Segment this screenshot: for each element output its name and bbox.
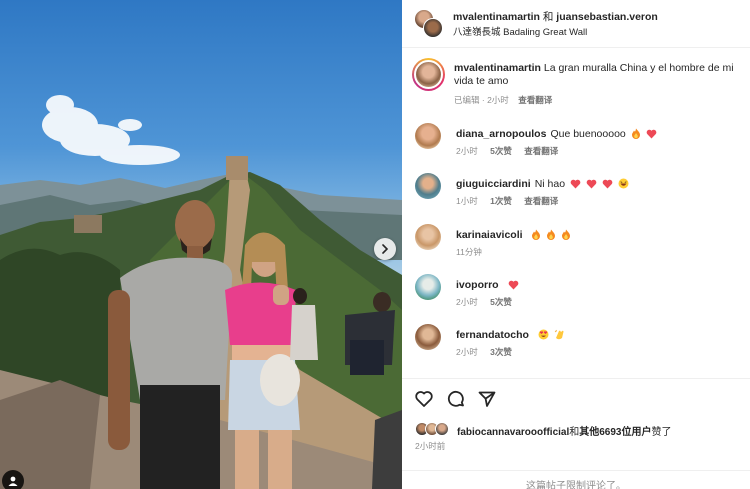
comment-item: ivoporro 2小时 5次赞 <box>415 274 750 314</box>
comment-meta: 11分钟 <box>456 246 492 258</box>
caption-text-block: mvalentinamartin La gran muralla China y… <box>454 62 750 88</box>
comment-username[interactable]: giuguicciardini <box>456 178 531 190</box>
avatar[interactable] <box>415 324 441 350</box>
see-translation-link[interactable]: 查看翻译 <box>518 95 552 105</box>
heart-icon <box>586 179 597 192</box>
author-conjunction: 和 <box>542 11 554 23</box>
comment-text: Ni hao <box>534 178 566 190</box>
chevron-right-icon <box>382 244 389 254</box>
comment-username[interactable]: fernandatocho <box>456 329 529 341</box>
heart-eyes-emoji-icon <box>538 329 549 343</box>
avatar[interactable] <box>415 224 441 250</box>
comment-meta: 2小时 3次赞 <box>456 346 522 358</box>
heart-icon <box>508 280 519 293</box>
paper-plane-icon <box>478 391 496 407</box>
avatar[interactable] <box>435 422 449 436</box>
edited-label: 已编辑 <box>454 95 480 105</box>
likes-and: 和 <box>569 427 580 438</box>
comment-line: ivoporro <box>456 279 519 293</box>
comment-item: karinaiavicoli 11分钟 <box>415 224 750 264</box>
actions-divider <box>402 378 750 379</box>
comment-item: diana_arnopoulos Que buenooooo 2小时 5次赞 查看… <box>415 123 750 163</box>
comment-button[interactable] <box>446 389 466 409</box>
clapping-hands-icon <box>554 329 565 343</box>
post-header: mvalentinamartin 和 juansebastian.veron 八… <box>402 0 750 48</box>
user-tag-icon <box>8 476 18 486</box>
heart-icon <box>602 179 613 192</box>
comment-likes[interactable]: 5次赞 <box>490 297 512 307</box>
heart-outline-icon <box>415 391 433 407</box>
comment-line: fernandatocho <box>456 329 565 343</box>
caption-meta: 已编辑 · 2小时 查看翻译 <box>454 95 553 105</box>
likes-others[interactable]: 其他6693位用户 <box>579 427 651 438</box>
fire-icon <box>546 229 556 243</box>
comment-line: karinaiavicoli <box>456 229 571 243</box>
post-location[interactable]: 八達嶺長城 Badaling Great Wall <box>453 24 587 38</box>
avatar[interactable] <box>423 18 443 38</box>
post-authors: mvalentinamartin 和 juansebastian.veron <box>453 9 658 24</box>
comment-likes[interactable]: 1次赞 <box>490 196 512 206</box>
comment-time: 1小时 <box>456 196 478 206</box>
great-wall-photo-illustration <box>0 95 402 489</box>
comment-username[interactable]: ivoporro <box>456 279 499 291</box>
author-username-1[interactable]: mvalentinamartin <box>453 11 540 23</box>
fire-icon <box>561 229 571 243</box>
post-side-panel: mvalentinamartin 和 juansebastian.veron 八… <box>402 0 750 489</box>
comment-line: diana_arnopoulos Que buenooooo <box>456 128 657 142</box>
like-button[interactable] <box>414 389 434 409</box>
comment-time: 2小时 <box>456 146 478 156</box>
share-button[interactable] <box>477 389 497 409</box>
heart-icon <box>570 179 581 192</box>
tagged-users-button[interactable] <box>2 470 24 489</box>
next-photo-button[interactable] <box>374 238 396 260</box>
caption-time: 2小时 <box>487 95 509 105</box>
see-translation-link[interactable]: 查看翻译 <box>524 146 558 156</box>
comment-time: 2小时 <box>456 347 478 357</box>
comment-time: 11分钟 <box>456 247 482 257</box>
caption-username[interactable]: mvalentinamartin <box>454 62 541 74</box>
collab-avatars[interactable] <box>414 9 444 39</box>
comment-item: giuguicciardini Ni hao 1小时 1次赞 查看翻译 <box>415 173 750 213</box>
post-timestamp[interactable]: 2小时前 <box>415 440 445 452</box>
laughing-emoji-icon <box>618 178 629 192</box>
comment-username[interactable]: diana_arnopoulos <box>456 128 546 140</box>
comment-meta: 1小时 1次赞 查看翻译 <box>456 195 568 207</box>
avatar[interactable] <box>415 173 441 199</box>
comment-meta: 2小时 5次赞 <box>456 296 522 308</box>
comment-item: fernandatocho 2小时 3次赞 <box>415 324 750 364</box>
post-photo[interactable] <box>0 0 402 489</box>
fire-icon <box>531 229 541 243</box>
likes-text: fabiocannavarooofficial和其他6693位用户赞了 <box>457 423 672 438</box>
fire-icon <box>631 128 641 142</box>
comment-likes[interactable]: 3次赞 <box>490 347 512 357</box>
heart-icon <box>646 129 657 142</box>
comment-username[interactable]: karinaiavicoli <box>456 229 523 241</box>
author-username-2[interactable]: juansebastian.veron <box>556 11 658 23</box>
comment-meta: 2小时 5次赞 查看翻译 <box>456 145 568 157</box>
comment-text: Que buenooooo <box>550 128 626 140</box>
avatar[interactable] <box>415 274 441 300</box>
likes-user[interactable]: fabiocannavarooofficial <box>457 427 569 438</box>
avatar[interactable] <box>415 123 441 149</box>
comment-line: giuguicciardini Ni hao <box>456 178 629 192</box>
comments-disabled-notice: 这篇帖子限制评论了。 <box>402 470 750 489</box>
avatar[interactable] <box>414 60 443 89</box>
comment-time: 2小时 <box>456 297 478 307</box>
comment-bubble-icon <box>447 390 464 407</box>
likes-suffix: 赞了 <box>651 427 672 438</box>
comment-likes[interactable]: 5次赞 <box>490 146 512 156</box>
see-translation-link[interactable]: 查看翻译 <box>524 196 558 206</box>
caption-avatar-ring[interactable] <box>412 58 445 91</box>
